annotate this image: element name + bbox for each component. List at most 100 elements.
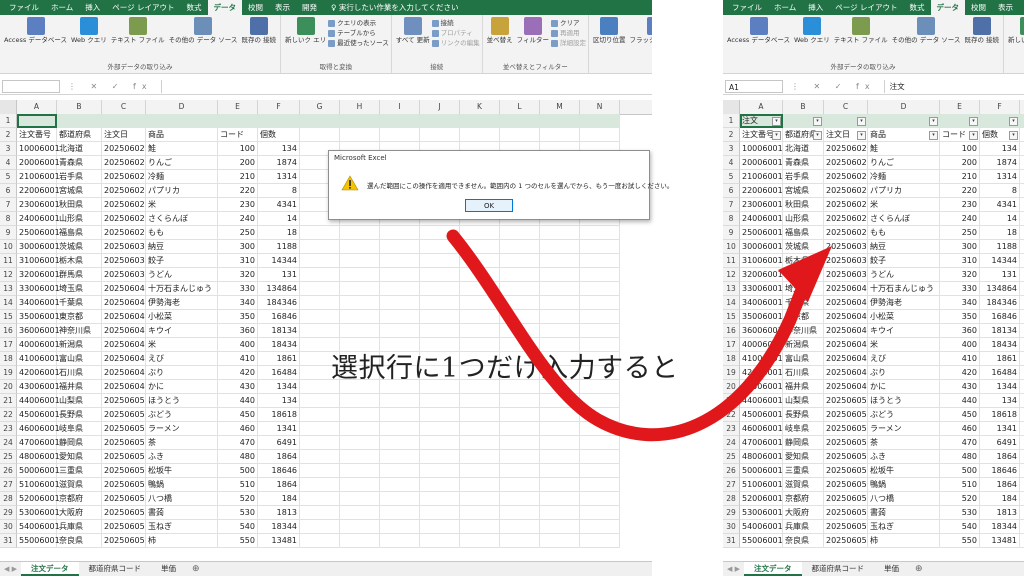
grid-cell[interactable]: ぶどう (146, 408, 218, 422)
grid-cell[interactable]: 230 (940, 198, 980, 212)
grid-cell[interactable]: 米 (146, 338, 218, 352)
row-header[interactable]: 18 (0, 352, 17, 366)
ribbon-button[interactable]: 既存の 接続 (962, 15, 1001, 61)
grid-cell[interactable]: 8 (980, 184, 1020, 198)
grid-cell[interactable]: 10006001 (17, 142, 60, 156)
grid-cell[interactable]: 20250605 (102, 478, 146, 492)
column-header-L[interactable]: L (500, 100, 540, 114)
grid-cell[interactable]: 1344 (258, 380, 300, 394)
grid-cell[interactable] (380, 394, 420, 408)
grid-cell[interactable] (420, 310, 460, 324)
grid-cell[interactable]: 20250605 (824, 478, 868, 492)
grid-cell[interactable] (300, 128, 340, 142)
grid-cell[interactable]: 20250605 (102, 436, 146, 450)
grid-cell[interactable]: 42006001 (740, 366, 783, 380)
grid-cell[interactable]: キウイ (868, 324, 940, 338)
grid-cell[interactable]: 540 (218, 520, 258, 534)
column-header-M[interactable]: M (540, 100, 580, 114)
grid-cell[interactable]: 1341 (980, 422, 1020, 436)
grid-cell[interactable]: 18 (980, 226, 1020, 240)
grid-cell[interactable]: 55006001 (17, 534, 60, 548)
grid-cell[interactable]: 20250605 (102, 394, 146, 408)
grid-cell[interactable]: 34006001 (17, 296, 60, 310)
grid-cell[interactable] (1020, 380, 1024, 394)
grid-cell[interactable] (460, 268, 500, 282)
row-header[interactable]: 25 (723, 450, 740, 464)
grid-cell[interactable] (1020, 170, 1024, 184)
row-header[interactable]: 15 (0, 310, 17, 324)
grid-cell[interactable]: 530 (218, 506, 258, 520)
ribbon-tab-ページ レイアウト[interactable]: ページ レイアウト (106, 0, 180, 15)
grid-cell[interactable]: 三重県 (783, 464, 824, 478)
grid-cell[interactable]: ▾ (868, 114, 940, 128)
grid-cell[interactable]: 23006001 (740, 198, 783, 212)
row-header[interactable]: 15 (723, 310, 740, 324)
grid-cell[interactable]: 23006001 (17, 198, 60, 212)
grid-cell[interactable]: 千葉県 (57, 296, 102, 310)
row-header[interactable]: 19 (723, 366, 740, 380)
grid-cell[interactable] (300, 226, 340, 240)
row-header[interactable]: 26 (723, 464, 740, 478)
grid-cell[interactable]: 510 (940, 478, 980, 492)
grid-cell[interactable] (500, 422, 540, 436)
grid-cell[interactable]: 山形県 (783, 212, 824, 226)
grid-cell[interactable]: 20250604 (824, 352, 868, 366)
grid-cell[interactable] (300, 436, 340, 450)
ribbon-small-button[interactable]: 詳細設定 (551, 38, 586, 48)
row-header[interactable]: 14 (0, 296, 17, 310)
grid-cell[interactable] (460, 450, 500, 464)
grid-cell[interactable]: 300 (940, 240, 980, 254)
column-header-N[interactable]: N (580, 100, 620, 114)
grid-cell[interactable]: 納豆 (146, 240, 218, 254)
grid-cell[interactable] (540, 450, 580, 464)
grid-cell[interactable]: 22006001 (740, 184, 783, 198)
filter-dropdown-icon[interactable]: ▾ (969, 131, 978, 140)
sheet-nav-arrows[interactable]: ◀ ▶ (723, 565, 744, 573)
grid-cell[interactable] (420, 324, 460, 338)
row-header[interactable]: 30 (0, 520, 17, 534)
grid-cell[interactable]: ほうとう (146, 394, 218, 408)
grid-cell[interactable] (540, 282, 580, 296)
grid-cell[interactable]: 41006001 (17, 352, 60, 366)
grid-cell[interactable] (420, 268, 460, 282)
ribbon-tab-数式[interactable]: 数式 (904, 0, 931, 15)
grid-cell[interactable] (380, 520, 420, 534)
ribbon-tab-校閲[interactable]: 校閲 (242, 0, 269, 15)
grid-cell[interactable]: パプリカ (146, 184, 218, 198)
sheet-tab[interactable]: 注文データ (21, 562, 79, 576)
grid-cell[interactable]: 31006001 (740, 254, 783, 268)
grid-cell[interactable] (380, 226, 420, 240)
grid-cell[interactable]: 340 (218, 296, 258, 310)
ribbon-button[interactable]: 既存の 接続 (239, 15, 278, 61)
ribbon-tab-開発[interactable]: 開発 (296, 0, 323, 15)
grid-cell[interactable]: りんご (868, 156, 940, 170)
grid-cell[interactable]: 134 (258, 142, 300, 156)
grid-cell[interactable]: 400 (940, 338, 980, 352)
grid-cell[interactable] (500, 268, 540, 282)
grid-cell[interactable]: 50006001 (17, 464, 60, 478)
grid-cell[interactable] (300, 268, 340, 282)
grid-cell[interactable] (300, 422, 340, 436)
ribbon-button[interactable]: フラッシュ フィル (628, 15, 652, 61)
grid-cell[interactable] (300, 114, 340, 128)
ribbon-tab-ファイル[interactable]: ファイル (726, 0, 768, 15)
grid-cell[interactable]: 石川県 (57, 366, 102, 380)
grid-cell[interactable] (540, 296, 580, 310)
grid-cell[interactable]: 51006001 (17, 478, 60, 492)
grid-cell[interactable]: 20006001 (740, 156, 783, 170)
grid-cell[interactable] (580, 464, 620, 478)
grid-cell[interactable]: もも (868, 226, 940, 240)
grid-cell[interactable]: 奈良県 (57, 534, 102, 548)
grid-cell[interactable] (340, 464, 380, 478)
grid-cell[interactable]: 184346 (980, 296, 1020, 310)
grid-cell[interactable]: 長野県 (57, 408, 102, 422)
grid-cell[interactable]: ぶどう (868, 408, 940, 422)
grid-cell[interactable] (500, 296, 540, 310)
column-header-D[interactable]: D (868, 100, 940, 114)
grid-cell[interactable]: 1861 (980, 352, 1020, 366)
grid-cell[interactable]: 430 (218, 380, 258, 394)
row-header[interactable]: 25 (0, 450, 17, 464)
grid-cell[interactable] (1020, 408, 1024, 422)
filter-dropdown-icon[interactable]: ▾ (857, 117, 866, 126)
grid-cell[interactable]: 42006001 (17, 366, 60, 380)
